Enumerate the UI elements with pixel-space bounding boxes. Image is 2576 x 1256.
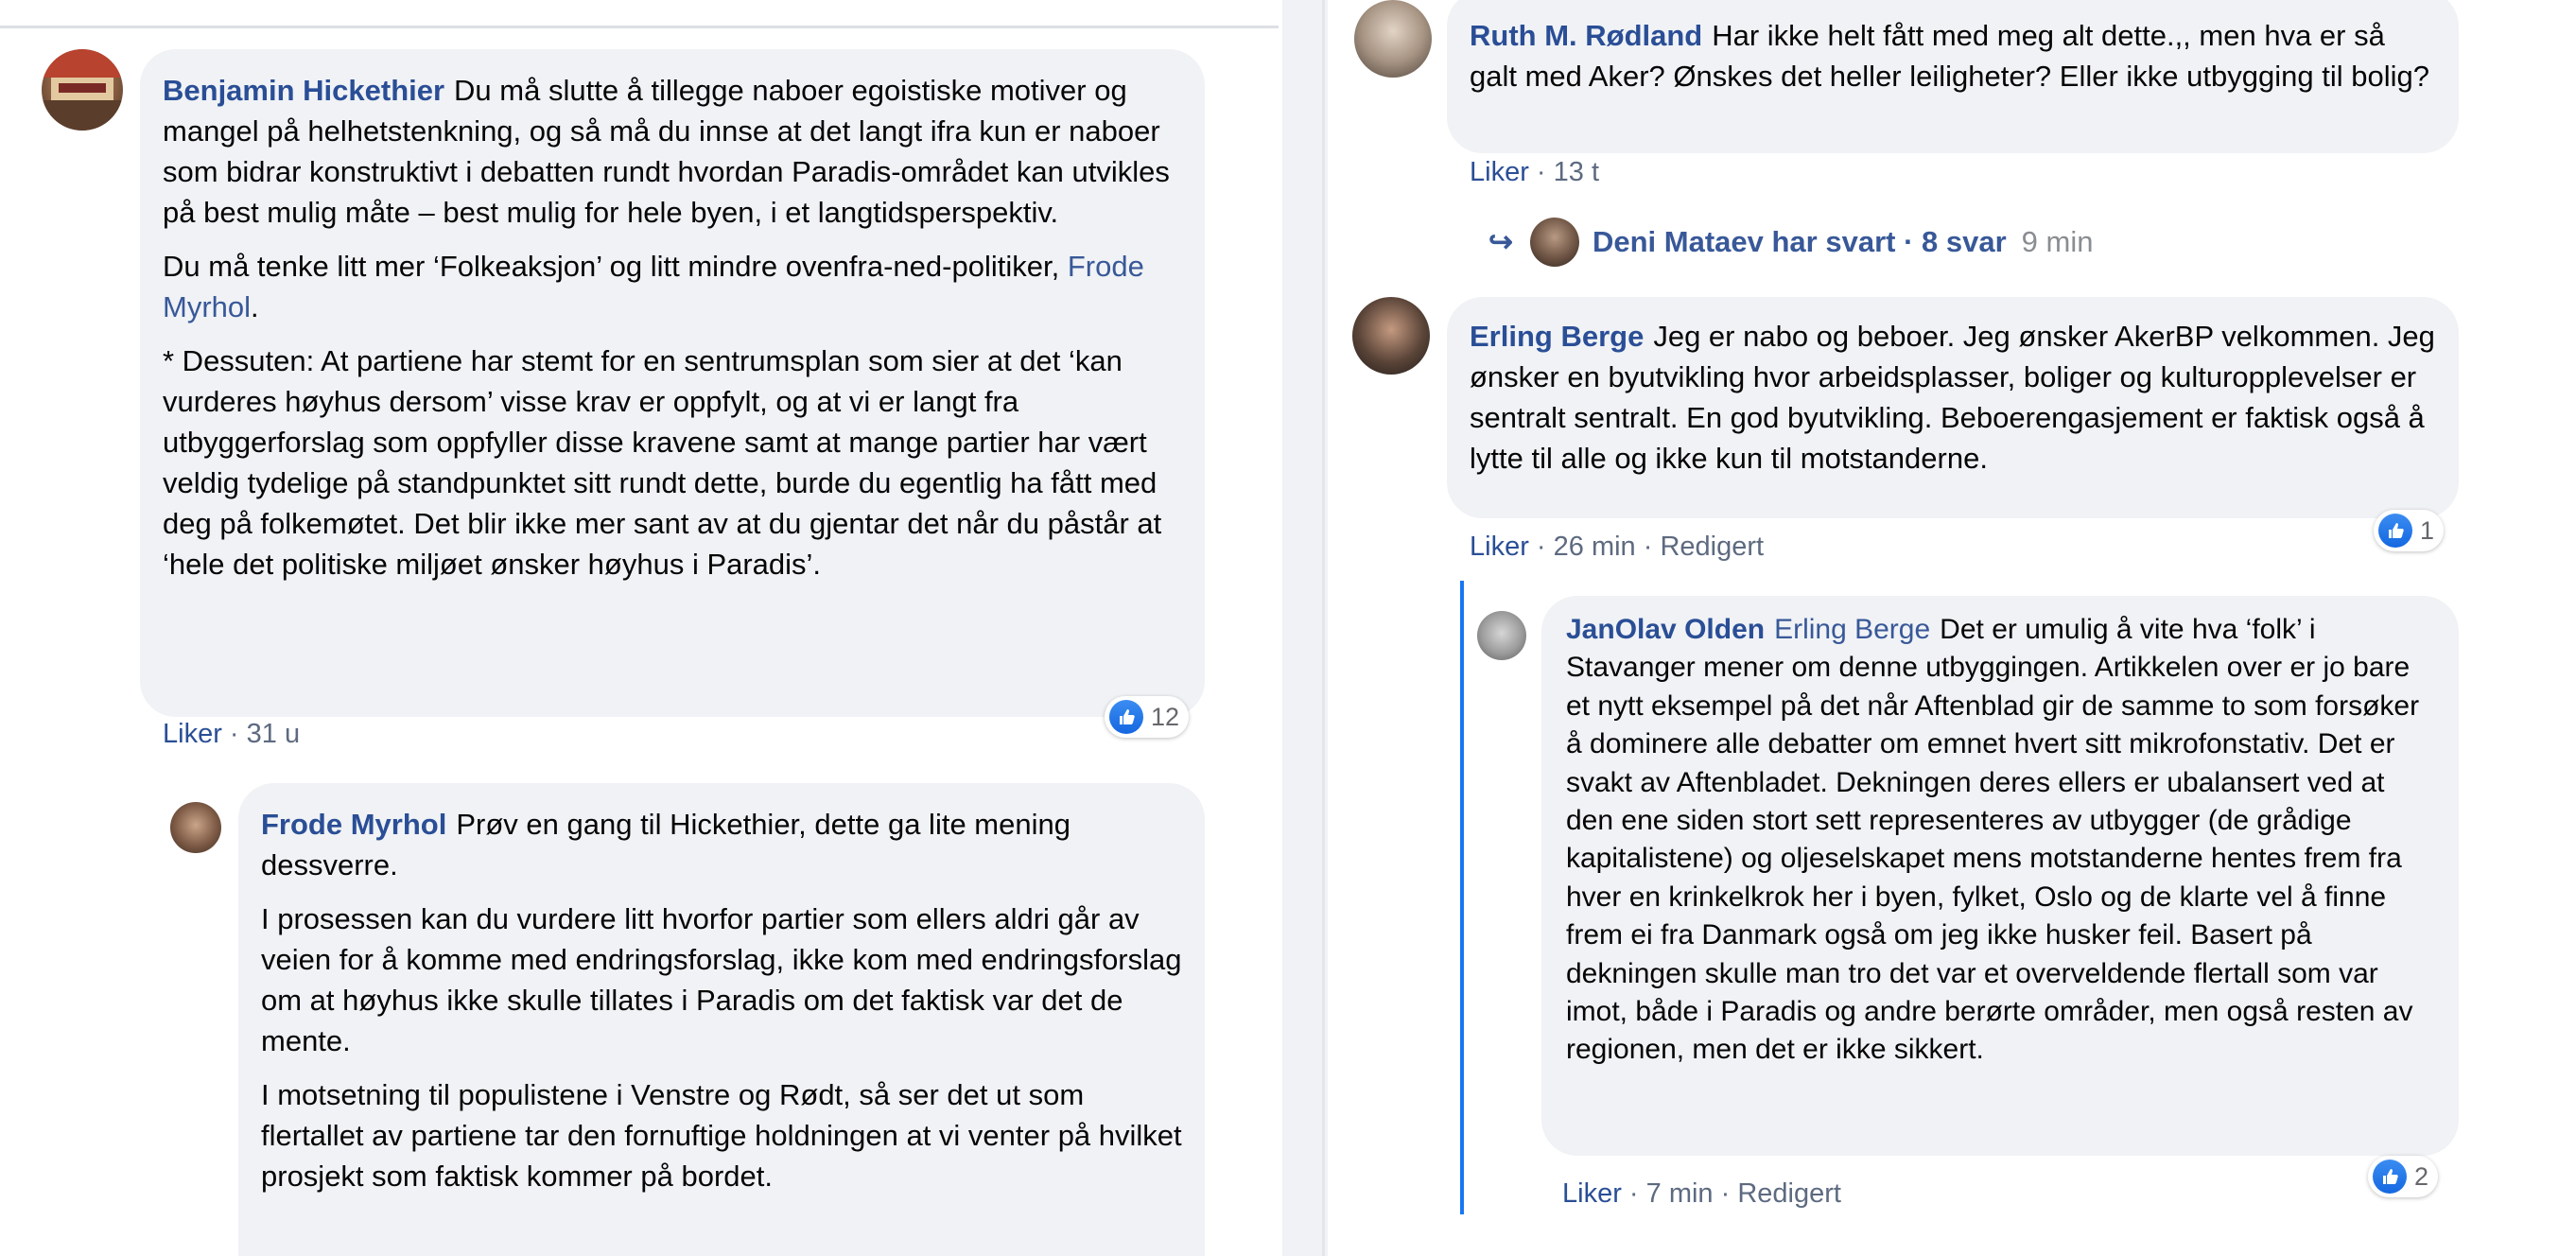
comment-bubble-benjamin: Benjamin Hickethier Du må slutte å tilleg… <box>140 49 1205 717</box>
comment-author[interactable]: JanOlav Olden <box>1566 614 1765 645</box>
comment-text: Du må tenke litt mer ‘Folkeaksjon’ og li… <box>163 250 1060 283</box>
avatar-ruth[interactable] <box>1354 0 1432 78</box>
comment-text: I motsetning til populistene i Venstre o… <box>261 1078 1182 1193</box>
comment-bubble-frode: Frode Myrhol Prøv en gang til Hickethier,… <box>238 783 1205 1256</box>
like-button[interactable]: Liker <box>163 719 222 749</box>
comment-timestamp[interactable]: · 7 min · Redigert <box>1629 1178 1841 1209</box>
reaction-count: 12 <box>1151 702 1180 731</box>
comment-paragraph: Erling Berge Jeg er nabo og beboer. Jeg ø… <box>1470 316 2436 479</box>
like-button[interactable]: Liker <box>1562 1178 1622 1209</box>
avatar-photo-icon <box>42 49 123 131</box>
comment-author[interactable]: Ruth M. Rødland <box>1470 19 1702 52</box>
comment-paragraph: Frode Myrhol Prøv en gang til Hickethier,… <box>261 804 1182 885</box>
replies-summary[interactable]: Deni Mataev har svart · 8 svar <box>1593 225 2007 259</box>
comment-paragraph: Benjamin Hickethier Du må slutte å tilleg… <box>163 70 1182 233</box>
mention-link[interactable]: Erling Berge <box>1774 614 1930 645</box>
comment-text: I prosessen kan du vurdere litt hvorfor … <box>261 902 1182 1057</box>
comment-timestamp[interactable]: · 26 min · Redigert <box>1537 532 1764 562</box>
comment-timestamp[interactable]: · 13 t <box>1537 157 1599 187</box>
comment-paragraph: JanOlav Olden Erling Berge Det er umulig å… <box>1566 611 2434 1070</box>
comment-bubble-janolav: JanOlav Olden Erling Berge Det er umulig å… <box>1541 596 2459 1156</box>
avatar-deni <box>1529 218 1579 267</box>
top-divider <box>0 26 1279 28</box>
like-button[interactable]: Liker <box>1470 532 1529 562</box>
thumbs-up-icon <box>1109 700 1143 734</box>
comment-actions: Liker · 7 min · Redigert <box>1562 1178 1841 1210</box>
right-comment-panel: Ruth M. Rødland Har ikke helt fått med me… <box>1328 0 2576 1256</box>
comment-author[interactable]: Benjamin Hickethier <box>163 74 444 107</box>
comment-text: * Dessuten: At partiene har stemt for en… <box>163 344 1162 581</box>
panel-divider <box>1322 0 1325 1256</box>
comment-paragraph: Du må tenke litt mer ‘Folkeaksjon’ og li… <box>163 246 1182 327</box>
thumbs-up-icon <box>2378 514 2412 548</box>
comment-text: Det er umulig å vite hva ‘folk’ i Stavan… <box>1566 614 2420 1066</box>
avatar-erling[interactable] <box>1352 297 1430 375</box>
comment-paragraph: I prosessen kan du vurdere litt hvorfor … <box>261 898 1182 1061</box>
left-comment-panel: Benjamin Hickethier Du må slutte å tilleg… <box>0 0 1282 1256</box>
comment-author[interactable]: Frode Myrhol <box>261 808 446 841</box>
comment-actions: Liker · 13 t <box>1470 157 1599 188</box>
comment-paragraph: I motsetning til populistene i Venstre o… <box>261 1074 1182 1196</box>
comment-actions: Liker · 26 min · Redigert <box>1470 532 1764 563</box>
reaction-badge[interactable]: 12 <box>1105 696 1190 738</box>
comment-timestamp[interactable]: · 31 u <box>230 719 300 749</box>
avatar-janolav[interactable] <box>1477 611 1526 660</box>
reaction-count: 1 <box>2420 515 2435 545</box>
view-replies-link[interactable]: ↪ Deni Mataev har svart · 8 svar 9 min <box>1488 218 2093 267</box>
reaction-badge[interactable]: 1 <box>2374 510 2445 551</box>
comment-actions: Liker · 31 u <box>163 719 300 750</box>
comment-bubble-ruth: Ruth M. Rødland Har ikke helt fått med me… <box>1447 0 2459 153</box>
comment-bubble-erling: Erling Berge Jeg er nabo og beboer. Jeg ø… <box>1447 297 2459 518</box>
thumbs-up-icon <box>2373 1160 2407 1194</box>
comment-paragraph: * Dessuten: At partiene har stemt for en… <box>163 340 1182 584</box>
reaction-badge[interactable]: 2 <box>2368 1156 2439 1197</box>
comment-author[interactable]: Erling Berge <box>1470 320 1644 353</box>
comment-text: . <box>251 290 259 323</box>
thread-indicator <box>1460 581 1464 1214</box>
reaction-count: 2 <box>2414 1161 2429 1191</box>
comment-paragraph: Ruth M. Rødland Har ikke helt fått med me… <box>1470 15 2436 96</box>
avatar-benjamin[interactable] <box>42 49 123 131</box>
replies-time: 9 min <box>2021 225 2094 258</box>
like-button[interactable]: Liker <box>1470 157 1529 187</box>
avatar-frode[interactable] <box>170 802 221 853</box>
panel-gap <box>1282 0 1328 1256</box>
reply-arrow-icon: ↪ <box>1488 225 1513 258</box>
